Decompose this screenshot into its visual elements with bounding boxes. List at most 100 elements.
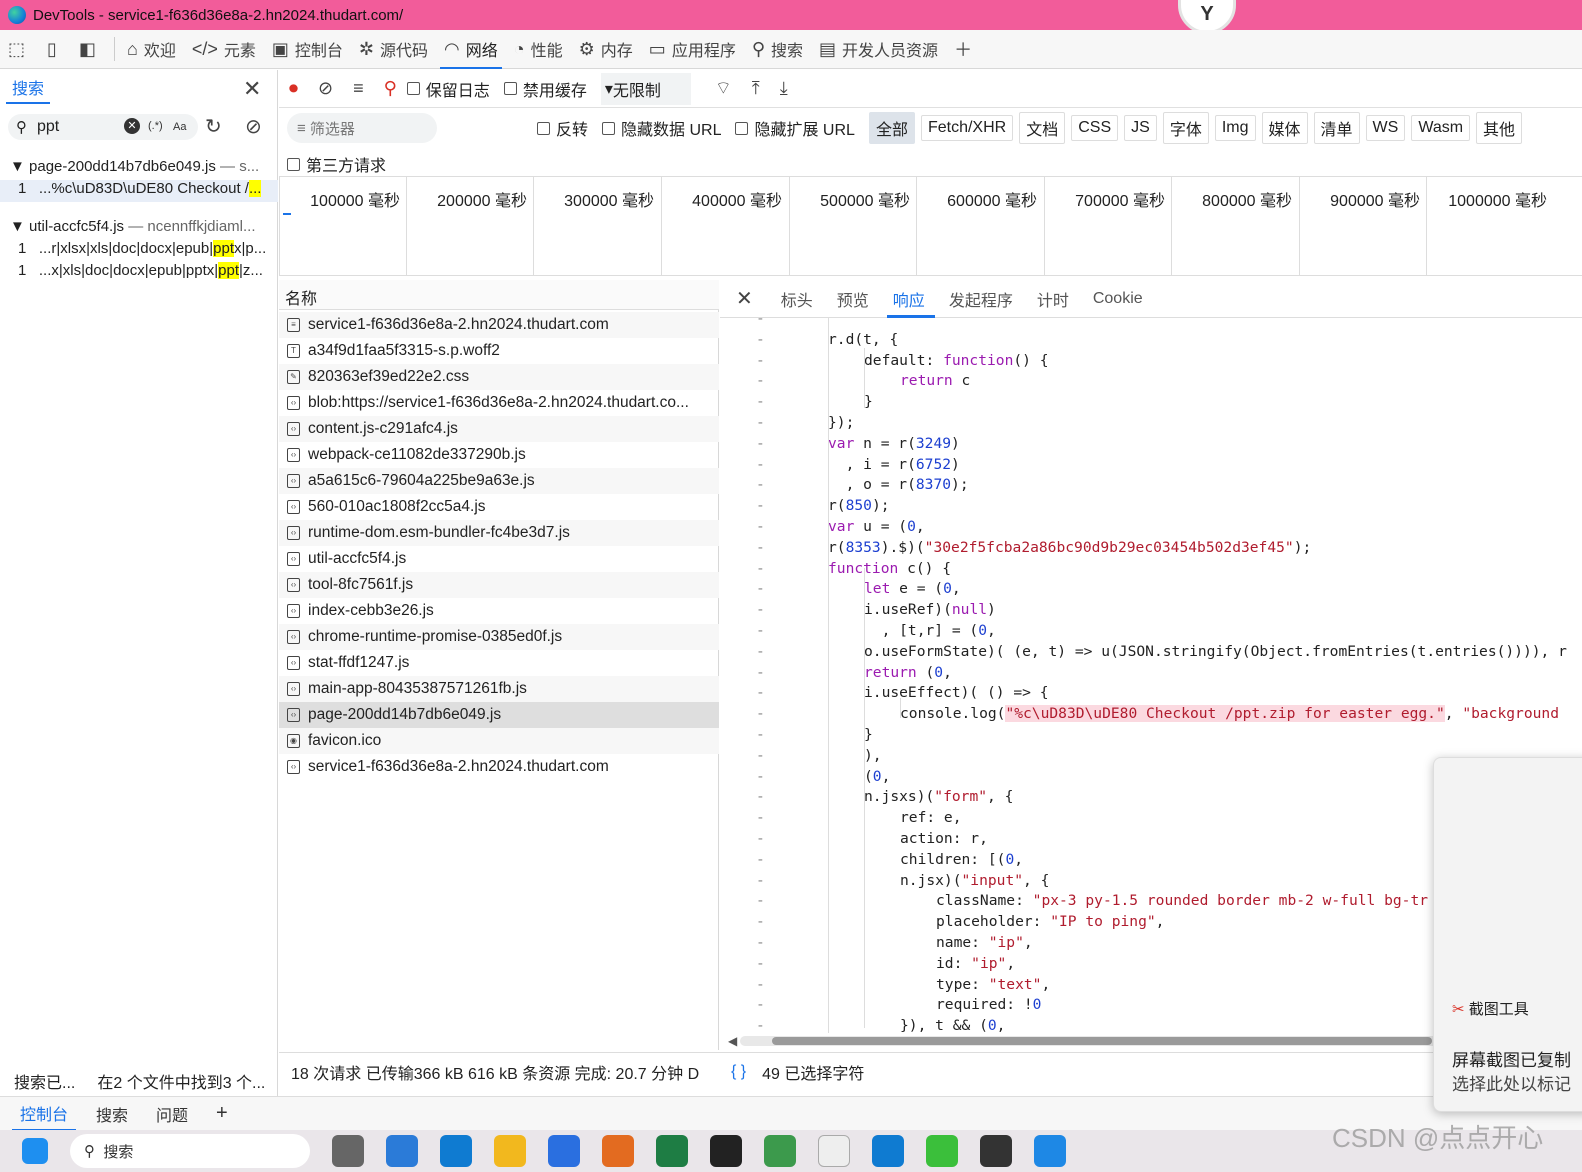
windows-start-icon[interactable]: [22, 1138, 48, 1164]
add-tab-icon[interactable]: ＋: [946, 30, 986, 69]
table-row[interactable]: ≡ service1-f636d36e8a-2.hn2024.thudart.co…: [279, 312, 719, 338]
table-row[interactable]: ‹› a5a615c6-79604a225be9a63e.js: [279, 468, 719, 494]
table-row[interactable]: ‹› page-200dd14b7db6e049.js: [279, 702, 719, 728]
clear-icon[interactable]: ✕: [124, 118, 140, 134]
horizontal-scrollbar[interactable]: [740, 1036, 1440, 1046]
tab-preview[interactable]: 预览: [837, 280, 869, 318]
tab-application[interactable]: ▭ 应用程序: [641, 30, 744, 69]
table-row[interactable]: ‹› util-accfc5f4.js: [279, 546, 719, 572]
table-row[interactable]: ✎ 820363ef39ed22e2.css: [279, 364, 719, 390]
hide-extension-urls-checkbox[interactable]: 隐藏扩展 URL: [735, 116, 855, 140]
export-har-icon[interactable]: ⤓: [780, 78, 788, 99]
tab-cookie[interactable]: Cookie: [1093, 280, 1143, 318]
type-filter-ws[interactable]: WS: [1365, 115, 1406, 141]
case-toggle[interactable]: Aa: [173, 121, 186, 133]
record-icon[interactable]: ⏺: [289, 78, 298, 99]
tab-sources[interactable]: ✲ 源代码: [351, 30, 436, 69]
regex-toggle[interactable]: (.*): [148, 120, 163, 132]
search-icon[interactable]: ⚲: [384, 78, 397, 99]
edge-icon[interactable]: [440, 1135, 472, 1167]
type-filter-css[interactable]: CSS: [1071, 115, 1119, 141]
tab-network[interactable]: ◠ 网络: [436, 30, 506, 69]
app-icon[interactable]: [548, 1135, 580, 1167]
table-row[interactable]: ‹› runtime-dom.esm-bundler-fc4be3d7.js: [279, 520, 719, 546]
table-row[interactable]: ‹› tool-8fc7561f.js: [279, 572, 719, 598]
import-har-icon[interactable]: ⤒: [752, 78, 760, 99]
type-filter-doc[interactable]: 文档: [1019, 112, 1066, 144]
table-row[interactable]: ‹› content.js-c291afc4.js: [279, 416, 719, 442]
type-filter-media[interactable]: 媒体: [1261, 112, 1308, 144]
type-filter-wasm[interactable]: Wasm: [1411, 115, 1471, 141]
table-row[interactable]: ‹› chrome-runtime-promise-0385ed0f.js: [279, 624, 719, 650]
disable-cache-checkbox[interactable]: 禁用缓存: [503, 77, 587, 101]
app-icon[interactable]: [332, 1135, 364, 1167]
app-icon[interactable]: [602, 1135, 634, 1167]
result-line[interactable]: 1 ...x|xls|doc|docx|epub|pptx|ppt|z...: [18, 262, 276, 279]
invert-checkbox[interactable]: 反转: [537, 116, 588, 140]
result-line[interactable]: 1 ...%c\uD83D\uDE80 Checkout /...: [0, 180, 278, 202]
type-filter-manifest[interactable]: 清单: [1313, 112, 1360, 144]
tab-elements[interactable]: </> 元素: [184, 30, 264, 69]
table-row[interactable]: Ta34f9d1faa5f3315-s.p.woff2: [279, 338, 719, 364]
close-icon[interactable]: ✕: [736, 286, 753, 311]
search-input[interactable]: ⚲ ppt: [8, 114, 198, 140]
tab-initiator[interactable]: 发起程序: [949, 280, 1013, 318]
table-row[interactable]: ‹› main-app-80435387571261fb.js: [279, 676, 719, 702]
third-party-checkbox[interactable]: 第三方请求: [287, 152, 386, 176]
notepad-icon[interactable]: [818, 1135, 850, 1167]
network-conditions-icon[interactable]: ⌔: [715, 77, 732, 100]
result-file-1[interactable]: ▼ page-200dd14b7db6e049.js — s...: [10, 158, 272, 175]
drawer-tab-issues[interactable]: 问题: [148, 1098, 196, 1130]
refresh-icon[interactable]: ↻: [205, 114, 222, 139]
search-panel-tab[interactable]: 搜索: [6, 72, 51, 104]
tab-headers[interactable]: 标头: [781, 280, 813, 318]
drawer-tab-console[interactable]: 控制台: [12, 1097, 77, 1131]
excel-icon[interactable]: [656, 1135, 688, 1167]
add-drawer-tab-icon[interactable]: +: [208, 1098, 236, 1129]
folder-icon[interactable]: [494, 1135, 526, 1167]
tab-search[interactable]: ⚲ 搜索: [744, 30, 811, 69]
filter-icon[interactable]: ≡: [353, 78, 364, 99]
vscode-icon[interactable]: [1034, 1135, 1066, 1167]
type-filter-all[interactable]: 全部: [868, 112, 915, 144]
clear-icon[interactable]: ⊘: [318, 78, 333, 99]
inspect-element-icon[interactable]: ⬚: [0, 30, 39, 69]
table-row[interactable]: ‹› stat-ffdf1247.js: [279, 650, 719, 676]
table-row[interactable]: ‹› blob:https://service1-f636d36e8a-2.hn2…: [279, 390, 719, 416]
name-column-header[interactable]: 名称: [279, 280, 719, 310]
clear-results-icon[interactable]: ⊘: [245, 114, 262, 139]
result-line[interactable]: 1 ...r|xlsx|xls|doc|docx|epub|pptx|p...: [18, 240, 276, 257]
tab-performance[interactable]: ◔ 性能: [506, 30, 571, 69]
device-toolbar-icon[interactable]: ▯: [39, 30, 71, 69]
table-row[interactable]: ‹› webpack-ce11082de337290b.js: [279, 442, 719, 468]
throttle-select[interactable]: ▾ 无限制: [600, 72, 691, 105]
type-filter-js[interactable]: JS: [1124, 115, 1157, 141]
wechat-icon[interactable]: [926, 1135, 958, 1167]
type-filter-img[interactable]: Img: [1214, 115, 1256, 141]
tab-memory[interactable]: ⚙ 内存: [571, 30, 641, 69]
tab-timing[interactable]: 计时: [1037, 280, 1069, 318]
dock-side-icon[interactable]: ◧: [71, 30, 110, 69]
taskbar-search[interactable]: ⚲ 搜索: [70, 1134, 310, 1168]
type-filter-fetch[interactable]: Fetch/XHR: [920, 115, 1014, 141]
table-row[interactable]: ‹› index-cebb3e26.js: [279, 598, 719, 624]
table-row[interactable]: ◉ favicon.ico: [279, 728, 719, 754]
filter-input[interactable]: ≡ 筛选器: [287, 113, 437, 143]
tab-dev-resources[interactable]: ▤ 开发人员资源: [811, 30, 946, 69]
terminal-icon[interactable]: [980, 1135, 1012, 1167]
tab-welcome[interactable]: ⌂ 欢迎: [119, 30, 184, 69]
app-icon[interactable]: [386, 1135, 418, 1167]
close-icon[interactable]: ✕: [243, 76, 261, 102]
scroll-left-icon[interactable]: ◀: [728, 1034, 737, 1048]
app-icon[interactable]: [764, 1135, 796, 1167]
scrollbar-thumb[interactable]: [772, 1037, 1432, 1045]
drawer-tab-search[interactable]: 搜索: [88, 1098, 136, 1130]
table-row[interactable]: ‹› service1-f636d36e8a-2.hn2024.thudart.c…: [279, 754, 719, 780]
qq-icon[interactable]: [710, 1135, 742, 1167]
timeline-overview[interactable]: 100000 毫秒 200000 毫秒 300000 毫秒 400000 毫秒 …: [279, 176, 1582, 276]
snipping-tool-toast[interactable]: ✂ 截图工具 屏幕截图已复制 选择此处以标记: [1433, 757, 1582, 1112]
tab-response[interactable]: 响应: [886, 280, 935, 318]
edge-icon[interactable]: [872, 1135, 904, 1167]
type-filter-other[interactable]: 其他: [1476, 112, 1523, 144]
type-filter-font[interactable]: 字体: [1162, 112, 1209, 144]
